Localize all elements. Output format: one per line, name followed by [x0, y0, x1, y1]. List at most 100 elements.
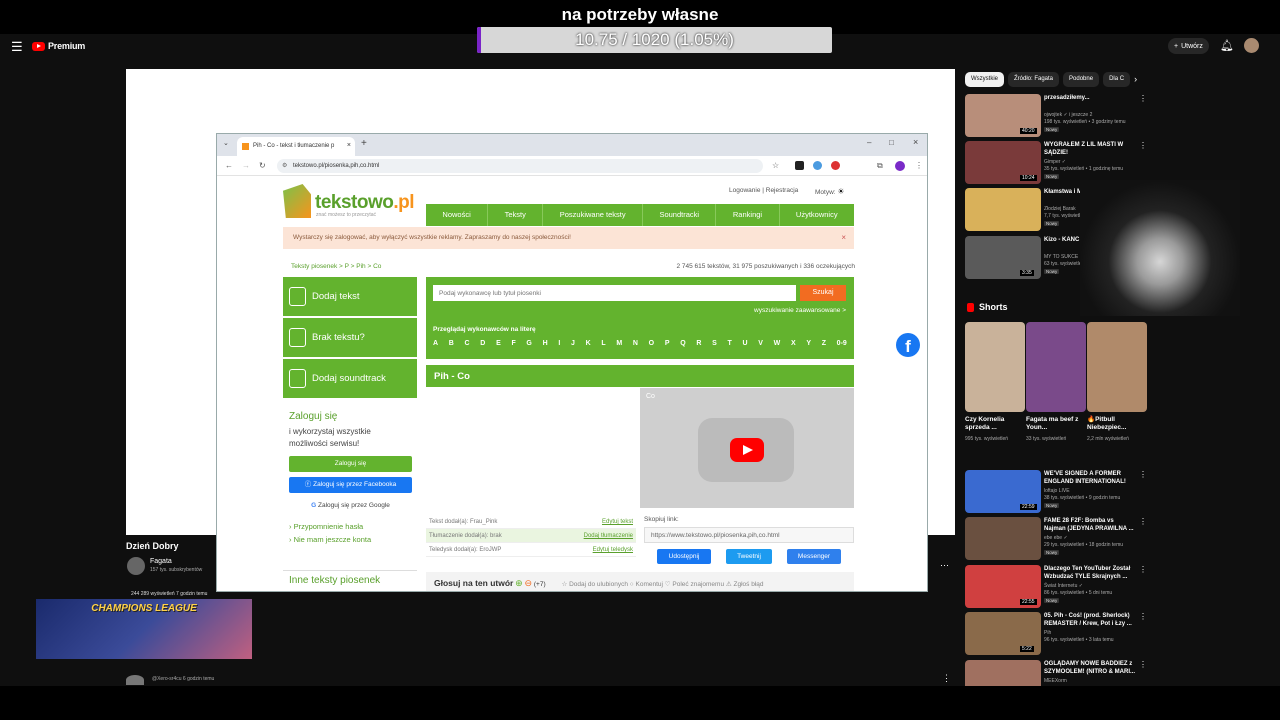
extension-icon[interactable] [795, 161, 804, 170]
short-thumbnail[interactable] [1087, 322, 1147, 412]
letter-link[interactable]: Z [822, 340, 826, 347]
letter-link[interactable]: A [433, 340, 438, 347]
chip-for-you[interactable]: Dla C [1103, 72, 1131, 87]
channel-avatar[interactable] [127, 557, 145, 575]
rec-thumbnail[interactable] [965, 517, 1041, 560]
rec-video[interactable]: 22:59 WE'VE SIGNED A FORMER ENGLAND INTER… [965, 470, 1147, 515]
rec-menu-icon[interactable]: ⋮ [1139, 565, 1147, 574]
rec-title[interactable]: 05. Pih - Coś! (prod. Sherlock) REMASTER… [1044, 612, 1136, 628]
letter-link[interactable]: I [558, 340, 560, 347]
chevron-right-icon[interactable]: › [1134, 72, 1137, 87]
rec-video[interactable]: 22:55 Dlaczego Ten YouTuber Został Wzbudz… [965, 565, 1147, 610]
letter-link[interactable]: E [496, 340, 501, 347]
rec-thumbnail[interactable] [965, 188, 1041, 231]
rec-title[interactable]: OGLĄDAMY NOWE BADDIEZ z SZYMOOLEM! (NITR… [1044, 660, 1136, 676]
extensions-puzzle-icon[interactable]: ⧉ [877, 161, 883, 171]
edit-lyrics-link[interactable]: Edytuj tekst [602, 519, 633, 525]
youtube-logo[interactable]: Premium [32, 40, 85, 52]
letter-link[interactable]: O [649, 340, 654, 347]
letter-link[interactable]: K [586, 340, 591, 347]
bell-icon[interactable]: 🔔︎ [1220, 39, 1234, 52]
channel-name[interactable]: Fagata [150, 558, 172, 565]
rec-menu-icon[interactable]: ⋮ [1139, 94, 1147, 103]
minimize-icon[interactable]: – [867, 138, 871, 147]
rec-title[interactable]: Dlaczego Ten YouTuber Został Wzbudzać TY… [1044, 565, 1136, 581]
theme-toggle[interactable]: Motyw: ☀ [815, 187, 845, 196]
browser-tab[interactable]: Pih - Co - tekst i tłumaczenie p × [237, 137, 355, 156]
nav-item-teksty[interactable]: Teksty [488, 204, 544, 226]
chip-similar[interactable]: Podobne [1063, 72, 1100, 87]
letter-link[interactable]: P [665, 340, 670, 347]
letter-link[interactable]: T [728, 340, 732, 347]
comment-menu-icon[interactable]: ⋮ [942, 673, 951, 684]
commenter-avatar[interactable] [126, 675, 144, 685]
rec-menu-icon[interactable]: ⋮ [1139, 660, 1147, 669]
chip-all[interactable]: Wszystkie [965, 72, 1004, 87]
letter-link[interactable]: H [543, 340, 548, 347]
short-thumbnail[interactable] [965, 322, 1025, 412]
back-icon[interactable]: ← [225, 161, 233, 170]
nav-item-uzytkownicy[interactable]: Użytkownicy [780, 204, 855, 226]
login-register-links[interactable]: Logowanie | Rejestracja [729, 187, 798, 194]
rec-title[interactable]: WYGRAŁEM Z LIL MASTI W SĄDZIE! [1044, 141, 1136, 157]
short-title[interactable]: Fagata ma beef z Youn... [1026, 416, 1080, 432]
profile-avatar[interactable] [895, 161, 905, 171]
tekstowo-logo[interactable]: tekstowo.pl [315, 192, 415, 214]
share-facebook-button[interactable]: Udostępnij [657, 549, 711, 564]
login-button[interactable]: Zaloguj się [289, 456, 412, 472]
close-window-icon[interactable]: × [913, 137, 918, 147]
url-field[interactable]: ⚙ tekstowo.pl/piosenka,pih,co.html [277, 159, 763, 173]
tweet-button[interactable]: Tweetnij [726, 549, 772, 564]
letter-link[interactable]: W [774, 340, 781, 347]
browser-menu-icon[interactable]: ⋮ [915, 161, 923, 170]
search-input[interactable] [433, 285, 796, 301]
letter-link[interactable]: R [696, 340, 701, 347]
letter-link[interactable]: Y [806, 340, 811, 347]
letter-link[interactable]: F [511, 340, 515, 347]
rec-title[interactable]: WE'VE SIGNED A FORMER ENGLAND INTERNATIO… [1044, 470, 1136, 486]
rec-menu-icon[interactable]: ⋮ [1139, 517, 1147, 526]
letter-link[interactable]: S [712, 340, 717, 347]
maximize-icon[interactable]: □ [889, 138, 894, 147]
more-actions-icon[interactable]: ⋯ [940, 560, 949, 571]
edit-video-link[interactable]: Edytuj teledysk [593, 547, 633, 553]
rec-menu-icon[interactable]: ⋮ [1139, 470, 1147, 479]
rec-video[interactable]: 5:22 05. Pih - Coś! (prod. Sherlock) REMA… [965, 612, 1147, 657]
chip-source[interactable]: Źródło: Fagata [1008, 72, 1060, 87]
short-title[interactable]: Czy Kornelia sprzeda ... [965, 416, 1019, 432]
close-notice-icon[interactable]: × [841, 233, 846, 242]
nav-item-rankingi[interactable]: Rankingi [716, 204, 780, 226]
facebook-float-icon[interactable]: f [896, 333, 920, 357]
letter-link[interactable]: L [601, 340, 605, 347]
hamburger-menu-icon[interactable]: ☰ [11, 39, 23, 55]
tab-list-icon[interactable]: ⌄ [223, 139, 229, 147]
create-button[interactable]: + Utwórz [1168, 38, 1209, 54]
forgot-password-link[interactable]: › Przypomnienie hasła [289, 522, 363, 531]
short-title[interactable]: 🔥Pitbull Niebezpiec... [1087, 416, 1141, 432]
site-info-icon[interactable]: ⚙ [282, 162, 287, 169]
add-translation-link[interactable]: Dodaj tłumaczenie [584, 533, 633, 539]
extension-icon[interactable] [831, 161, 840, 170]
new-tab-icon[interactable]: + [361, 138, 367, 149]
nav-item-nowosci[interactable]: Nowości [426, 204, 489, 226]
rec-video[interactable]: FAME 28 F2F: Bomba vs Najman (JEDYNA PRA… [965, 517, 1147, 562]
forward-icon[interactable]: → [242, 161, 250, 170]
bookmark-star-icon[interactable]: ☆ [772, 161, 779, 170]
letter-link[interactable]: D [480, 340, 485, 347]
extension-icon[interactable] [813, 161, 822, 170]
letter-link[interactable]: U [742, 340, 747, 347]
vote-down-icon[interactable]: ⊖ [525, 578, 533, 588]
song-actions[interactable]: ☆ Dodaj do ulubionych ○ Komentuj ♡ Poleć… [561, 581, 763, 588]
embedded-video[interactable]: Co [640, 388, 854, 508]
breadcrumb[interactable]: Teksty piosenek > P > Pih > Co [291, 263, 381, 270]
short-thumbnail[interactable] [1026, 322, 1086, 412]
avatar[interactable] [1244, 38, 1259, 53]
vote-up-icon[interactable]: ⊕ [515, 578, 523, 588]
nav-item-soundtracki[interactable]: Soundtracki [643, 204, 717, 226]
advanced-search-link[interactable]: wyszukiwanie zaawansowane > [754, 307, 846, 314]
no-account-link[interactable]: › Nie mam jeszcze konta [289, 535, 371, 544]
login-facebook-button[interactable]: ⓕ Zaloguj się przez Facebooka [289, 477, 412, 493]
messenger-button[interactable]: Messenger [787, 549, 841, 564]
letter-link[interactable]: G [526, 340, 531, 347]
add-soundtrack-button[interactable]: Dodaj soundtrack [283, 359, 417, 398]
